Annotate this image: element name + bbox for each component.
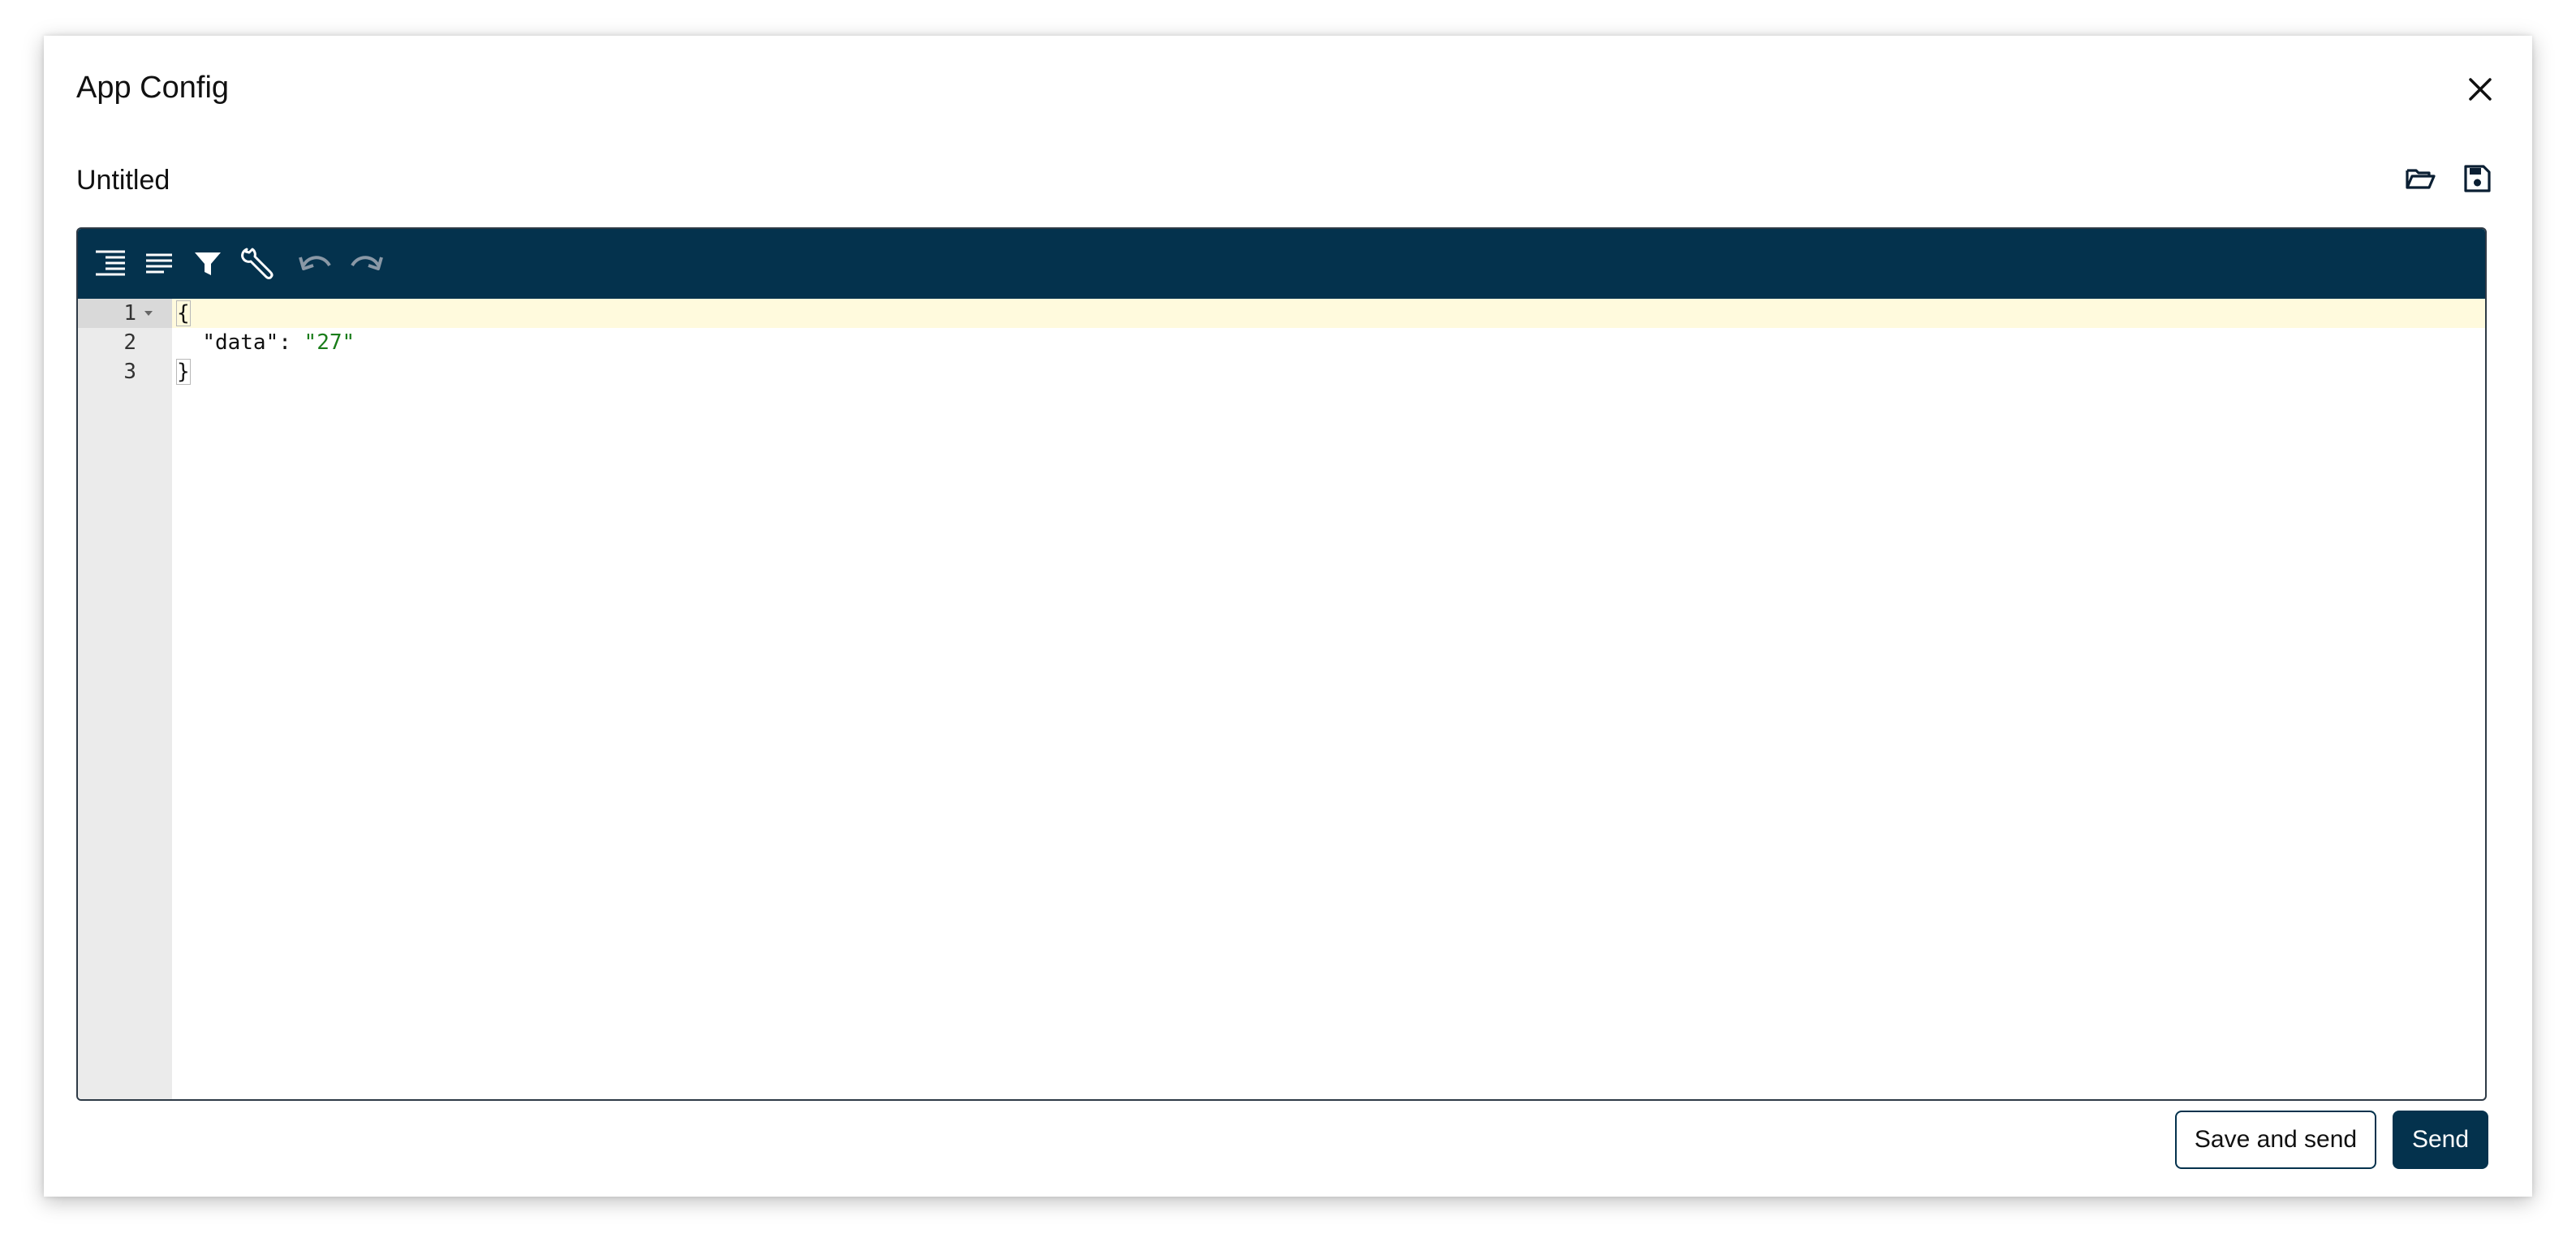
repair-button[interactable]	[237, 244, 276, 283]
json-key: "data"	[202, 330, 279, 355]
format-button[interactable]	[91, 244, 130, 283]
folder-open-icon	[2406, 169, 2436, 189]
save-and-send-button[interactable]: Save and send	[2175, 1111, 2376, 1169]
close-icon	[2469, 78, 2492, 101]
compact-button[interactable]	[140, 244, 179, 283]
send-button[interactable]: Send	[2393, 1111, 2488, 1169]
json-value: "27"	[304, 330, 355, 355]
fold-arrow-icon[interactable]	[144, 311, 153, 316]
open-file-button[interactable]	[2404, 162, 2436, 195]
compact-icon	[146, 253, 172, 274]
editor-toolbar	[78, 229, 2485, 299]
code-line[interactable]: {	[172, 299, 2485, 328]
line-number: 1	[78, 299, 172, 328]
floppy-save-icon	[2464, 165, 2491, 192]
filter-button[interactable]	[188, 244, 227, 283]
repair-wrench-icon	[241, 248, 274, 279]
json-colon: :	[278, 330, 304, 355]
file-name: Untitled	[76, 165, 170, 196]
redo-icon	[351, 256, 383, 270]
code-line[interactable]: }	[172, 357, 2485, 386]
line-number: 2	[123, 330, 136, 355]
code-area[interactable]: 1 2 3 { "data": "27" }	[78, 299, 2485, 1099]
save-file-button[interactable]	[2461, 162, 2493, 195]
close-button[interactable]	[2466, 75, 2495, 104]
format-indent-icon	[96, 250, 125, 276]
open-brace: {	[176, 300, 191, 326]
line-gutter: 1 2 3	[78, 299, 172, 1099]
code-lines[interactable]: { "data": "27" }	[172, 299, 2485, 386]
redo-button[interactable]	[346, 244, 385, 283]
file-actions	[2404, 162, 2493, 195]
code-line[interactable]: "data": "27"	[172, 328, 2485, 357]
undo-button[interactable]	[297, 244, 336, 283]
close-brace: }	[176, 359, 191, 385]
undo-icon	[299, 256, 331, 270]
json-editor: 1 2 3 { "data": "27" }	[76, 227, 2487, 1101]
filter-icon	[195, 252, 221, 275]
dialog-title: App Config	[76, 71, 230, 105]
app-config-dialog: App Config Untitled 1 2 3 {"data": "27"…	[44, 36, 2532, 1197]
line-number: 3	[123, 360, 136, 384]
